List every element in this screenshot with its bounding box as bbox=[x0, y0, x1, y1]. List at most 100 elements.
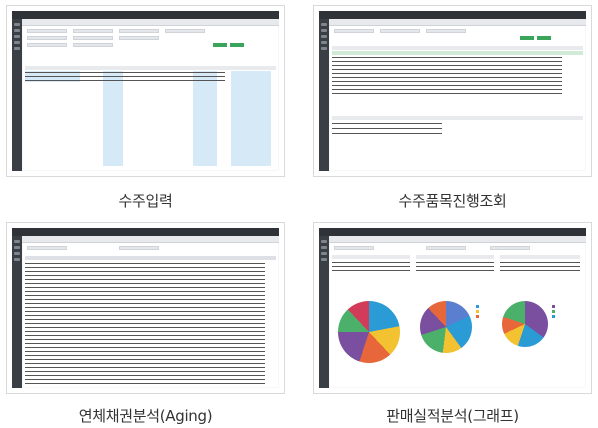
sidebar bbox=[12, 19, 22, 171]
table-row bbox=[332, 65, 562, 66]
table-row bbox=[332, 81, 562, 82]
aging-window bbox=[12, 228, 279, 388]
search-button[interactable] bbox=[537, 36, 551, 40]
filter-field[interactable] bbox=[426, 246, 466, 250]
filter-field[interactable] bbox=[73, 36, 113, 40]
highlight-column bbox=[231, 71, 271, 166]
filter-field[interactable] bbox=[73, 43, 113, 47]
table-row bbox=[25, 279, 265, 280]
sidebar bbox=[12, 236, 22, 388]
table-row bbox=[416, 262, 494, 263]
app-titlebar bbox=[319, 11, 586, 19]
filter-field[interactable] bbox=[490, 246, 530, 250]
table-row bbox=[25, 80, 225, 81]
filter-field[interactable] bbox=[27, 36, 67, 40]
filter-field[interactable] bbox=[119, 36, 159, 40]
table-row bbox=[25, 347, 265, 348]
filter-field[interactable] bbox=[73, 29, 113, 33]
order-entry-window bbox=[12, 11, 279, 171]
table-row bbox=[25, 375, 265, 376]
pie-chart bbox=[502, 301, 548, 347]
table-row bbox=[25, 299, 265, 300]
filter-field[interactable] bbox=[27, 29, 67, 33]
order-form-area bbox=[23, 26, 278, 170]
filter-field[interactable] bbox=[119, 29, 159, 33]
tab-strip bbox=[12, 19, 279, 26]
table-row bbox=[332, 57, 562, 58]
app-titlebar bbox=[12, 11, 279, 19]
confirm-button[interactable] bbox=[230, 43, 244, 47]
selected-row[interactable] bbox=[332, 51, 583, 55]
table-row bbox=[332, 69, 562, 70]
screenshot-order-entry bbox=[6, 5, 285, 177]
table-row bbox=[332, 89, 562, 90]
table-row bbox=[416, 270, 494, 271]
sales-graph-window bbox=[319, 228, 586, 388]
filter-field[interactable] bbox=[119, 246, 159, 250]
filter-field[interactable] bbox=[165, 29, 205, 33]
table-row bbox=[25, 351, 265, 352]
table-row bbox=[25, 291, 265, 292]
table-row bbox=[25, 331, 265, 332]
legend-marker bbox=[552, 310, 555, 313]
table-row bbox=[332, 73, 562, 74]
table-row bbox=[332, 93, 562, 94]
table-row bbox=[416, 266, 494, 267]
table-row bbox=[332, 266, 410, 267]
table-row bbox=[25, 72, 225, 73]
progress-grid-area bbox=[330, 26, 585, 170]
table-row bbox=[332, 77, 562, 78]
grid-header bbox=[416, 255, 494, 259]
table-row bbox=[25, 359, 265, 360]
sidebar bbox=[319, 19, 329, 171]
confirm-button[interactable] bbox=[213, 43, 227, 47]
table-row bbox=[25, 271, 265, 272]
aging-grid-area bbox=[23, 243, 278, 387]
screenshot-aging-analysis bbox=[6, 222, 285, 394]
table-row bbox=[25, 287, 265, 288]
filter-field[interactable] bbox=[426, 29, 466, 33]
filter-field[interactable] bbox=[334, 29, 374, 33]
legend-marker bbox=[476, 305, 479, 308]
table-row bbox=[25, 371, 265, 372]
table-row bbox=[25, 383, 265, 384]
table-row bbox=[332, 123, 442, 124]
filter-field[interactable] bbox=[27, 246, 67, 250]
table-row bbox=[25, 339, 265, 340]
tab-strip bbox=[319, 19, 586, 26]
filter-field[interactable] bbox=[334, 246, 374, 250]
table-row bbox=[25, 327, 265, 328]
table-row bbox=[25, 323, 265, 324]
pie-chart bbox=[338, 301, 400, 363]
legend-marker bbox=[552, 315, 555, 318]
filter-field[interactable] bbox=[380, 29, 420, 33]
sales-chart-area bbox=[330, 243, 585, 387]
filter-field[interactable] bbox=[27, 43, 67, 47]
table-row bbox=[25, 263, 265, 264]
legend-marker bbox=[476, 310, 479, 313]
table-row bbox=[25, 319, 265, 320]
screenshot-sales-graph bbox=[313, 222, 592, 394]
detail-grid-header bbox=[332, 116, 583, 120]
legend-marker bbox=[552, 305, 555, 308]
table-row bbox=[500, 266, 580, 267]
table-row bbox=[25, 355, 265, 356]
search-button[interactable] bbox=[520, 36, 534, 40]
table-row bbox=[332, 262, 410, 263]
table-row bbox=[25, 76, 225, 77]
caption-order-entry: 수주입력 bbox=[118, 192, 173, 210]
table-row bbox=[25, 303, 265, 304]
pie-chart bbox=[420, 301, 472, 353]
table-row bbox=[332, 85, 562, 86]
table-row bbox=[332, 61, 562, 62]
table-row bbox=[25, 315, 265, 316]
legend-marker bbox=[476, 315, 479, 318]
order-progress-window bbox=[319, 11, 586, 171]
app-titlebar bbox=[319, 228, 586, 236]
screenshot-order-progress bbox=[313, 5, 592, 177]
table-row bbox=[25, 311, 265, 312]
grid-header bbox=[25, 66, 276, 70]
highlight-column bbox=[193, 71, 217, 166]
table-row bbox=[25, 295, 265, 296]
sidebar bbox=[319, 236, 329, 388]
